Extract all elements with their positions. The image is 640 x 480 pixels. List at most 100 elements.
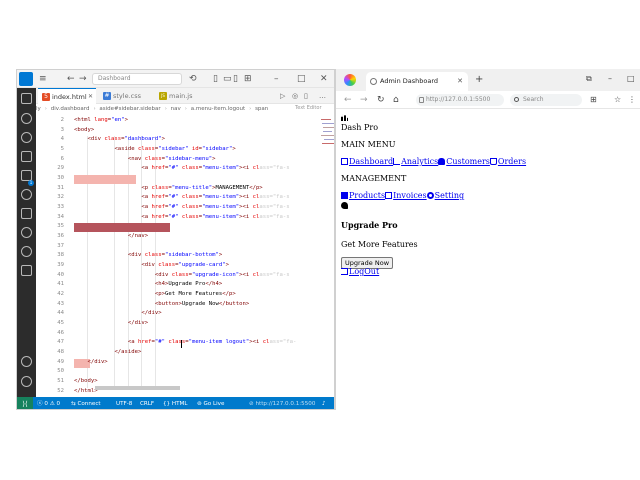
customize-layout-icon[interactable]: ⊞ — [244, 72, 252, 86]
line-number: 36 — [57, 233, 64, 240]
error-highlight — [74, 175, 136, 185]
link-products[interactable]: Products — [341, 191, 385, 200]
source-control-icon[interactable] — [21, 132, 32, 143]
line-number: 43 — [57, 300, 64, 307]
line-number: 3 — [60, 126, 64, 133]
back-arrow-icon[interactable]: ← — [344, 94, 352, 106]
link-setting[interactable]: Setting — [426, 191, 464, 200]
eol-indicator[interactable]: CRLF — [140, 397, 154, 409]
remote-indicator-icon[interactable]: ⟩⟨ — [17, 397, 33, 409]
link-orders[interactable]: Orders — [489, 157, 526, 166]
tab-overview-icon[interactable]: ⧉ — [586, 73, 592, 85]
horizontal-scrollbar[interactable] — [95, 386, 180, 390]
tab-style-css[interactable]: # style.css — [99, 88, 151, 104]
browser-logo-icon[interactable] — [344, 74, 356, 86]
go-live-label: Go Live — [203, 401, 225, 407]
tab-close-icon[interactable]: ✕ — [88, 89, 93, 105]
search-icon[interactable] — [21, 113, 32, 124]
code-line: <div class="upgrade-icon"><i class="fa-s — [154, 271, 290, 278]
go-live-button[interactable]: ⊚ Go Live — [197, 397, 225, 409]
breadcrumb-item[interactable]: span — [255, 104, 268, 115]
link-invoices[interactable]: Invoices — [385, 191, 427, 200]
page-info-icon[interactable] — [419, 97, 424, 103]
bookmark-star-icon[interactable]: ☆ — [614, 94, 621, 106]
rendered-page: Dash Pro MAIN MENU Dashboard Analytics Cus… — [336, 109, 640, 410]
maximize-icon[interactable]: □ — [297, 72, 306, 86]
connect-indicator[interactable]: ⇆ Connect — [71, 397, 101, 409]
maximize-icon[interactable]: □ — [627, 73, 635, 85]
link-customers[interactable]: Customers — [438, 157, 490, 166]
line-number: 41 — [57, 281, 64, 288]
main-menu-links: Dashboard Analytics Customers Orders — [341, 157, 526, 166]
minimize-icon[interactable]: – — [608, 73, 612, 85]
chart-icon — [341, 114, 348, 121]
line-number: 48 — [57, 349, 64, 356]
breadcrumb-item[interactable]: div.dashboard — [51, 104, 90, 115]
notifications-bell-icon[interactable]: ♪ — [322, 397, 326, 409]
explorer-icon[interactable] — [21, 93, 32, 104]
layout-panel-icon[interactable]: ▭ — [223, 72, 232, 86]
code-line: <div class="sidebar-bottom"> — [127, 252, 223, 259]
minimize-icon[interactable]: – — [274, 72, 279, 86]
remote-explorer-icon[interactable] — [21, 189, 32, 200]
problems-indicator[interactable]: ⓧ 0 ⚠ 0 — [37, 397, 60, 409]
split-editor-icon[interactable]: ▯ — [304, 90, 308, 102]
code-line: <div class="dashboard"> — [87, 136, 165, 143]
code-line: <a href="#" class="menu-item logout"><i … — [127, 339, 297, 346]
search-input[interactable]: Search — [510, 94, 582, 106]
line-number: 44 — [57, 310, 64, 317]
new-tab-icon[interactable]: + — [475, 73, 483, 87]
account-icon[interactable] — [21, 356, 32, 367]
python-icon[interactable] — [21, 227, 32, 238]
breadcrumb-item[interactable]: ly — [36, 104, 41, 115]
no-entry-icon[interactable] — [21, 246, 32, 257]
line-number: 46 — [57, 329, 64, 336]
extensions-icon[interactable]: ⋮ — [628, 94, 636, 106]
address-bar[interactable]: http://127.0.0.1:5500 — [416, 94, 504, 106]
breadcrumb-item[interactable]: nav — [171, 104, 181, 115]
back-arrow-icon[interactable]: ← — [67, 72, 75, 86]
run-debug-icon[interactable] — [21, 151, 32, 162]
layout-sidebar-icon[interactable]: ▯ — [213, 72, 218, 86]
code-editor[interactable]: 2 3 4 5 6 29 30 31 32 33 34 35 36 37 38 39 40 41 42 43 44 45 4… — [36, 115, 334, 397]
manage-gear-icon[interactable] — [21, 376, 32, 387]
line-chart-icon — [393, 158, 401, 165]
tab-close-icon[interactable]: ✕ — [457, 72, 463, 91]
tab-index-html[interactable]: 5 index.html ✕ — [38, 88, 96, 104]
link-logout[interactable]: LogOut — [341, 267, 379, 276]
run-icon[interactable]: ▷ — [280, 90, 285, 102]
link-dashboard[interactable]: Dashboard — [341, 157, 393, 166]
html-file-icon: 5 — [42, 93, 50, 101]
database-icon[interactable] — [21, 265, 32, 276]
language-indicator[interactable]: {} HTML — [163, 397, 187, 409]
line-number: 42 — [57, 291, 64, 298]
line-number: 33 — [57, 204, 64, 211]
copilot-icon[interactable]: ⟲ — [189, 72, 197, 86]
link-analytics[interactable]: Analytics — [393, 157, 438, 166]
testing-icon[interactable] — [21, 208, 32, 219]
forward-arrow-icon[interactable]: → — [360, 94, 368, 106]
reload-icon[interactable]: ↻ — [377, 94, 385, 106]
layout-secondary-icon[interactable]: ▯ — [233, 72, 238, 86]
minimap[interactable] — [319, 115, 334, 185]
live-server-url[interactable]: ⊘ http://127.0.0.1:5500 — [249, 397, 315, 409]
close-icon[interactable]: ✕ — [320, 72, 328, 86]
tab-main-js[interactable]: JS main.js — [155, 88, 203, 104]
forward-arrow-icon[interactable]: → — [79, 72, 87, 86]
line-number: 39 — [57, 262, 64, 269]
line-number: 6 — [60, 155, 64, 162]
cart-icon — [489, 158, 497, 165]
menu-icon[interactable]: ≡ — [39, 72, 47, 86]
home-icon[interactable]: ⌂ — [393, 94, 399, 106]
breadcrumb-item[interactable]: a.menu-item.logout — [191, 104, 245, 115]
line-number: 51 — [57, 378, 64, 385]
command-center-search[interactable]: Dashboard — [92, 73, 182, 85]
apps-grid-icon[interactable]: ⊞ — [590, 94, 597, 106]
breadcrumb-item[interactable]: aside#sidebar.sidebar — [99, 104, 160, 115]
browser-tab-admin-dashboard[interactable]: Admin Dashboard ✕ — [366, 72, 468, 91]
more-actions-icon[interactable]: … — [319, 90, 326, 102]
code-line: <div class="upgrade-card"> — [141, 262, 229, 269]
encoding-indicator[interactable]: UTF-8 — [116, 397, 132, 409]
line-number: 37 — [57, 242, 64, 249]
open-preview-icon[interactable]: ◎ — [292, 90, 298, 102]
